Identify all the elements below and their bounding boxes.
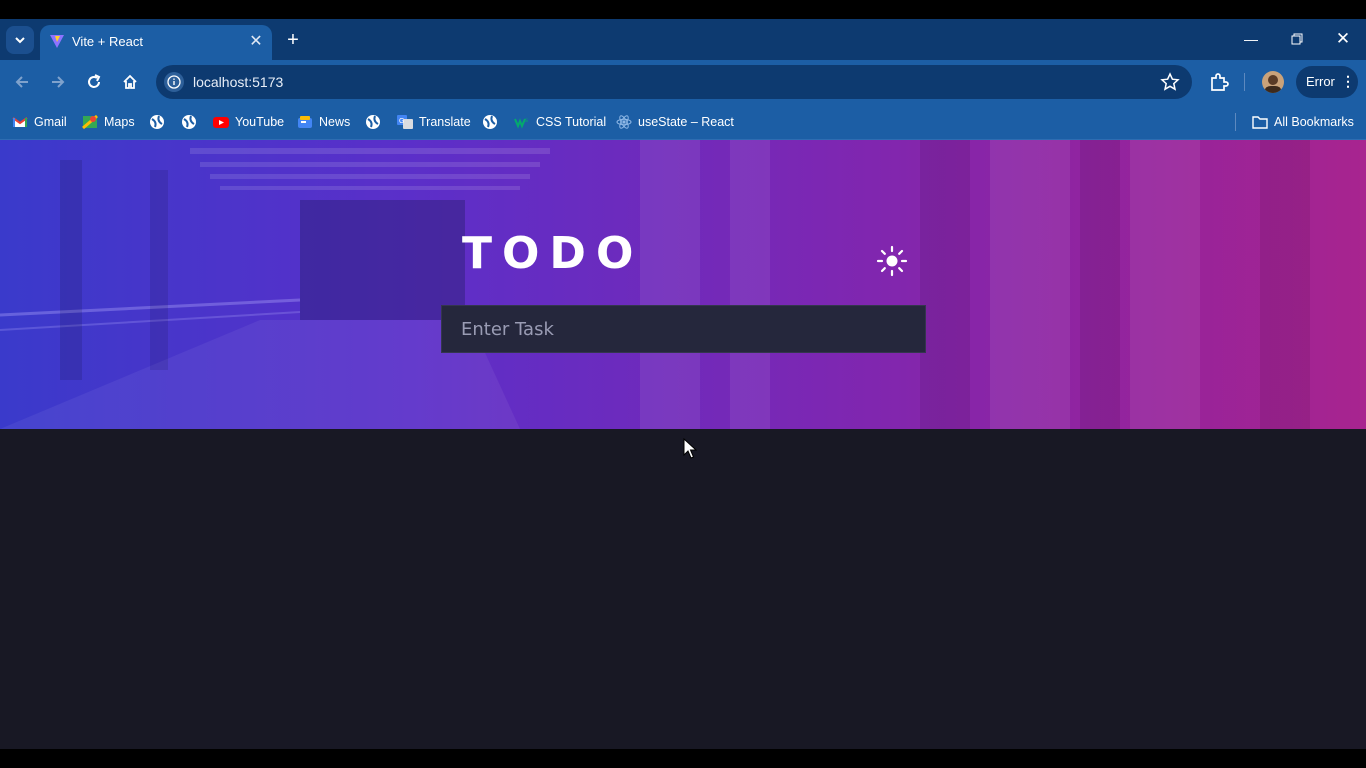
bookmark-maps[interactable]: Maps <box>82 112 135 132</box>
active-tab[interactable]: Vite + React ✕ <box>40 25 272 60</box>
toolbar-separator <box>1244 73 1245 91</box>
bookmark-label: useState – React <box>638 115 734 129</box>
w3schools-icon: s <box>514 118 528 129</box>
maps-icon <box>82 114 98 130</box>
bookmark-globe-2[interactable] <box>181 112 203 132</box>
gmail-icon <box>12 117 28 127</box>
tab-strip: Vite + React ✕ + — ✕ <box>0 19 1366 60</box>
sun-icon[interactable] <box>876 245 908 277</box>
url-text: localhost:5173 <box>193 74 284 90</box>
browser-toolbar: localhost:5173 Error ⋮ <box>0 60 1366 104</box>
translate-icon: G <box>397 115 413 129</box>
site-info-icon[interactable] <box>164 72 184 92</box>
bookmark-youtube[interactable]: YouTube <box>213 112 284 132</box>
profile-error-button[interactable]: Error ⋮ <box>1296 66 1358 98</box>
bookmark-gmail[interactable]: Gmail <box>12 112 67 132</box>
address-bar[interactable]: localhost:5173 <box>156 65 1192 99</box>
menu-kebab-icon: ⋮ <box>1341 73 1355 89</box>
tab-title: Vite + React <box>72 34 143 49</box>
minimize-icon[interactable]: — <box>1236 27 1266 51</box>
bookmark-label: CSS Tutorial <box>536 115 607 129</box>
globe-icon <box>483 115 497 129</box>
bookmark-label: YouTube <box>235 115 285 129</box>
screen-bottom-border <box>0 749 1366 768</box>
profile-avatar[interactable] <box>1262 71 1284 93</box>
extensions-icon[interactable] <box>1208 71 1230 93</box>
app-page: TODO <box>0 140 1366 749</box>
bookmark-globe-3[interactable] <box>365 112 387 132</box>
all-bookmarks-label: All Bookmarks <box>1274 115 1354 129</box>
app-title: TODO <box>462 228 644 279</box>
back-icon[interactable] <box>9 69 35 95</box>
restore-icon[interactable] <box>1282 27 1312 51</box>
mouse-cursor-icon <box>683 438 697 459</box>
task-input[interactable] <box>441 305 926 353</box>
svg-text:G: G <box>399 118 404 125</box>
bookmark-translate[interactable]: G Translate <box>397 112 471 132</box>
close-tab-icon[interactable]: ✕ <box>245 30 267 52</box>
news-icon <box>298 116 312 128</box>
globe-icon <box>150 115 164 129</box>
globe-icon <box>182 115 196 129</box>
tab-search-button[interactable] <box>6 26 34 54</box>
bookmark-news[interactable]: News <box>297 112 350 132</box>
hero-banner: TODO <box>0 140 1366 429</box>
vite-icon <box>50 35 64 48</box>
error-label: Error <box>1306 74 1335 89</box>
folder-icon <box>1252 116 1268 129</box>
hero-background-image <box>0 140 1310 429</box>
bookmark-label: Translate <box>419 115 471 129</box>
screen-top-border <box>0 0 1366 19</box>
bookmark-css-tutorial[interactable]: s CSS Tutorial <box>514 112 606 132</box>
bookmark-globe-4[interactable] <box>482 112 504 132</box>
bookmark-star-icon[interactable] <box>1160 72 1180 92</box>
new-tab-button[interactable]: + <box>281 28 305 52</box>
bookmark-label: Gmail <box>34 115 67 129</box>
youtube-icon <box>213 117 229 128</box>
bookmarks-separator <box>1235 113 1236 131</box>
bookmarks-bar: Gmail Maps YouTube News G Translate s CS… <box>0 104 1366 140</box>
forward-icon[interactable] <box>45 69 71 95</box>
svg-text:s: s <box>525 118 528 124</box>
bookmark-label: Maps <box>104 115 135 129</box>
reload-icon[interactable] <box>81 69 107 95</box>
home-icon[interactable] <box>117 69 143 95</box>
all-bookmarks-button[interactable]: All Bookmarks <box>1252 112 1354 132</box>
chevron-down-icon <box>15 37 25 44</box>
bookmark-usestate-react[interactable]: useState – React <box>616 112 734 132</box>
react-icon <box>616 115 632 129</box>
bookmark-label: News <box>319 115 351 129</box>
close-window-icon[interactable]: ✕ <box>1328 27 1358 51</box>
bookmark-globe-1[interactable] <box>149 112 171 132</box>
globe-icon <box>366 115 380 129</box>
